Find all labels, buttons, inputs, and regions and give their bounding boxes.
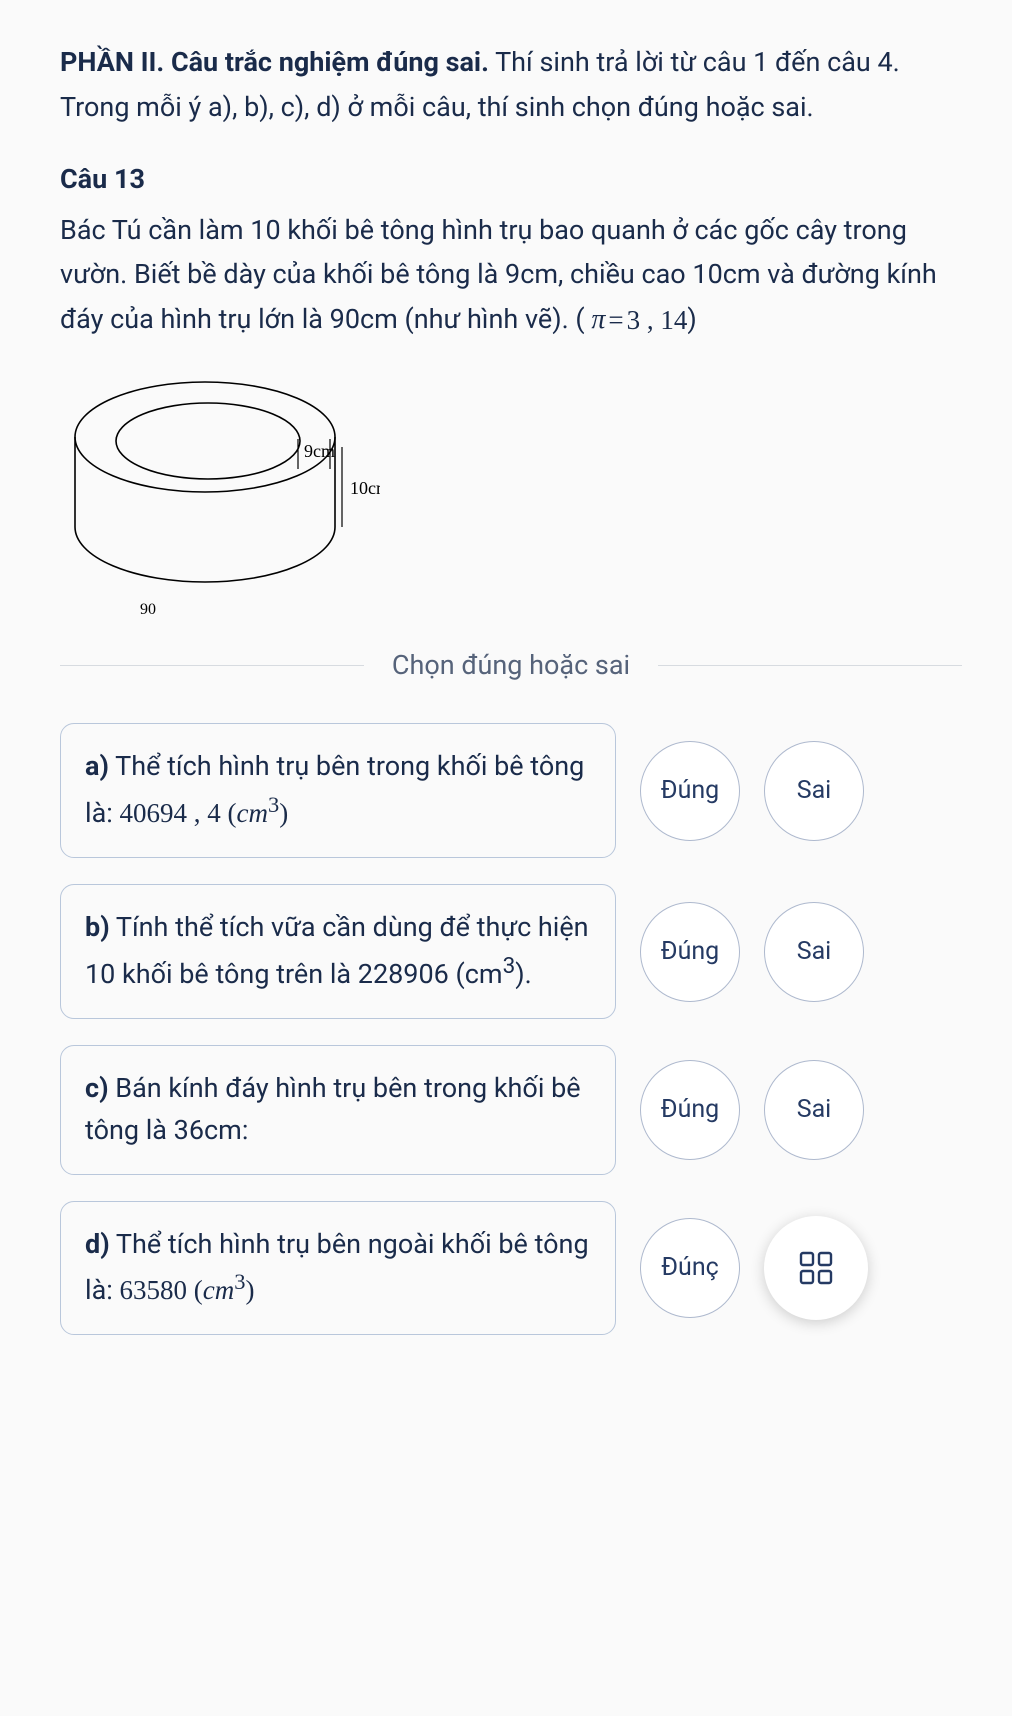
option-c-dung-button[interactable]: Đúng <box>640 1060 740 1160</box>
option-a-unit: (cm3) <box>228 798 289 828</box>
question-body-post: ) <box>687 303 696 335</box>
option-c-text: Bán kính đáy hình trụ bên trong khối bê … <box>85 1072 581 1146</box>
option-d-box: d) Thể tích hình trụ bên ngoài khối bê t… <box>60 1201 616 1336</box>
section-header: PHẦN II. Câu trắc nghiệm đúng sai. Thí s… <box>60 40 962 129</box>
option-b-text-post: ). <box>515 958 532 990</box>
options-list: a) Thể tích hình trụ bên trong khối bê t… <box>60 723 962 1335</box>
question-body: Bác Tú cần làm 10 khối bê tông hình trụ … <box>60 208 962 343</box>
option-b-sup: 3 <box>503 953 516 979</box>
option-b-sai-button[interactable]: Sai <box>764 902 864 1002</box>
option-d-label: d) <box>85 1228 110 1260</box>
section-header-bold: PHẦN II. Câu trắc nghiệm đúng sai. <box>60 46 489 78</box>
option-c-box: c) Bán kính đáy hình trụ bên trong khối … <box>60 1045 616 1175</box>
question-label: Câu 13 <box>60 157 962 202</box>
option-d-dung-button[interactable]: Đúnç <box>640 1218 740 1318</box>
grid-icon <box>797 1249 835 1287</box>
divider-line-left <box>60 665 364 666</box>
option-d-value: 63580 <box>120 1275 194 1305</box>
option-b-dung-button[interactable]: Đúng <box>640 902 740 1002</box>
option-b-label: b) <box>85 911 110 943</box>
figure-diameter-label: 90 <box>140 601 156 618</box>
option-a-box: a) Thể tích hình trụ bên trong khối bê t… <box>60 723 616 858</box>
divider-line-right <box>658 665 962 666</box>
option-a-value: 40694 , 4 <box>120 798 228 828</box>
option-c-row: c) Bán kính đáy hình trụ bên trong khối … <box>60 1045 962 1175</box>
choose-label: Chọn đúng hoặc sai <box>392 643 630 688</box>
figure-height-label: 10cm <box>350 478 380 498</box>
choose-divider: Chọn đúng hoặc sai <box>60 643 962 688</box>
figure-thickness-label: 9cm <box>304 441 335 461</box>
option-c-label: c) <box>85 1072 109 1104</box>
grid-fab-button[interactable] <box>764 1216 868 1320</box>
option-b-row: b) Tính thể tích vữa cần dùng để thực hi… <box>60 884 962 1019</box>
option-d-row: d) Thể tích hình trụ bên ngoài khối bê t… <box>60 1201 962 1336</box>
option-a-dung-button[interactable]: Đúng <box>640 741 740 841</box>
question-body-pre: Bác Tú cần làm 10 khối bê tông hình trụ … <box>60 214 937 335</box>
option-a-row: a) Thể tích hình trụ bên trong khối bê t… <box>60 723 962 858</box>
cylinder-figure: 9cm 10cm 90 <box>60 359 962 619</box>
option-a-sai-button[interactable]: Sai <box>764 741 864 841</box>
option-d-unit: (cm3) <box>194 1275 255 1305</box>
option-c-sai-button[interactable]: Sai <box>764 1060 864 1160</box>
pi-expression: π = 3 , 14 <box>591 297 687 343</box>
option-b-box: b) Tính thể tích vữa cần dùng để thực hi… <box>60 884 616 1019</box>
cylinder-svg: 9cm 10cm 90 <box>60 359 380 619</box>
option-a-label: a) <box>85 750 109 782</box>
